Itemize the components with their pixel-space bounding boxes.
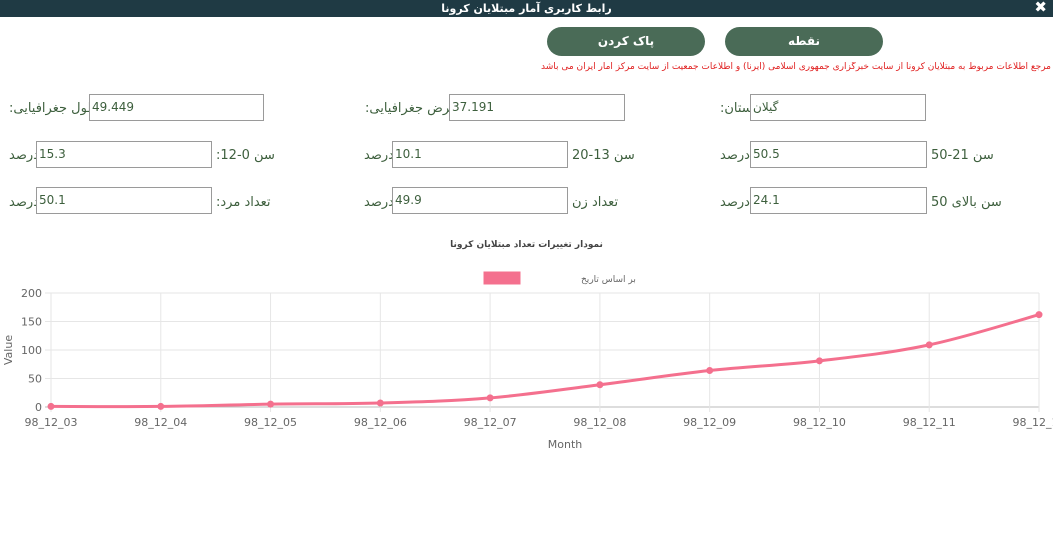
- y-tick-label: 0: [35, 401, 42, 414]
- legend-label: بر اساس تاریخ: [581, 275, 636, 285]
- data-point: [706, 367, 714, 375]
- data-point: [1035, 311, 1043, 319]
- source-note: مرجع اطلاعات مربوط به مبتلایان کرونا از …: [540, 62, 1051, 72]
- y-tick-label: 100: [21, 344, 42, 357]
- age-13-20-label: سن 13-20: [572, 148, 635, 163]
- close-icon[interactable]: ✖: [1034, 0, 1047, 16]
- x-tick-label: 98_12_05: [244, 416, 297, 429]
- window-title: رابط کاربری آمار مبتلایان کرونا: [441, 2, 612, 15]
- x-tick-label: 98_12_04: [134, 416, 187, 429]
- x-tick-label: 98_12_08: [573, 416, 626, 429]
- data-point: [815, 357, 823, 365]
- x-axis-title: Month: [548, 438, 583, 451]
- x-tick-label: 98_12_11: [903, 416, 956, 429]
- age-21-50-field[interactable]: 50.5: [750, 141, 927, 168]
- chart-title: نمودار تغییرات تعداد مبتلایان کرونا: [450, 240, 603, 250]
- male-field[interactable]: 50.1: [36, 187, 212, 214]
- clear-button[interactable]: پاک کردن: [547, 27, 705, 56]
- y-tick-label: 150: [21, 316, 42, 329]
- male-unit: درصد: [9, 195, 39, 210]
- female-label: تعداد زن: [572, 195, 619, 210]
- data-point: [596, 381, 604, 389]
- x-tick-label: 98_12_03: [25, 416, 78, 429]
- x-tick-label: 98_12_06: [354, 416, 407, 429]
- age-21-50-unit: درصد: [720, 148, 750, 163]
- x-tick-label: 98_12_09: [683, 416, 736, 429]
- longitude-field[interactable]: 49.449: [89, 94, 264, 121]
- male-label: تعداد مرد:: [216, 195, 271, 210]
- point-button[interactable]: نقطه: [725, 27, 883, 56]
- latitude-label: عرض جغرافیایی:: [365, 101, 458, 116]
- age-50-plus-label: سن بالای 50: [931, 195, 1002, 210]
- longitude-label: طول جغرافیایی:: [9, 101, 98, 116]
- age-0-12-unit: درصد: [9, 148, 39, 163]
- y-tick-label: 50: [28, 373, 42, 386]
- age-0-12-label: سن 0-12:: [216, 148, 275, 163]
- female-field[interactable]: 49.9: [392, 187, 568, 214]
- age-50-plus-unit: درصد: [720, 195, 750, 210]
- female-unit: درصد: [364, 195, 394, 210]
- latitude-field[interactable]: 37.191: [449, 94, 625, 121]
- data-point: [486, 394, 494, 402]
- data-point: [157, 402, 165, 410]
- window-titlebar: رابط کاربری آمار مبتلایان کرونا ✖: [0, 0, 1053, 17]
- line-chart: 0 50 100 150 200 98_12_03 98_12_04 98_12_05 98_1…: [2, 271, 1053, 451]
- province-field[interactable]: گیلان: [750, 94, 926, 121]
- series-line: [50, 313, 1040, 409]
- age-0-12-field[interactable]: 15.3: [36, 141, 212, 168]
- x-tick-label: 98_12_10: [793, 416, 846, 429]
- data-point: [925, 341, 933, 349]
- age-13-20-unit: درصد: [364, 148, 394, 163]
- x-tick-label: 98_12_12: [1013, 416, 1053, 429]
- age-50-plus-field[interactable]: 24.1: [750, 187, 927, 214]
- age-13-20-field[interactable]: 10.1: [392, 141, 568, 168]
- legend-swatch: [483, 271, 521, 285]
- data-point: [47, 402, 55, 410]
- data-point: [376, 399, 384, 407]
- y-axis-title: Value: [2, 335, 15, 365]
- y-tick-label: 200: [21, 287, 42, 300]
- age-21-50-label: سن 21-50: [931, 148, 994, 163]
- data-point: [267, 400, 275, 408]
- x-tick-label: 98_12_07: [464, 416, 517, 429]
